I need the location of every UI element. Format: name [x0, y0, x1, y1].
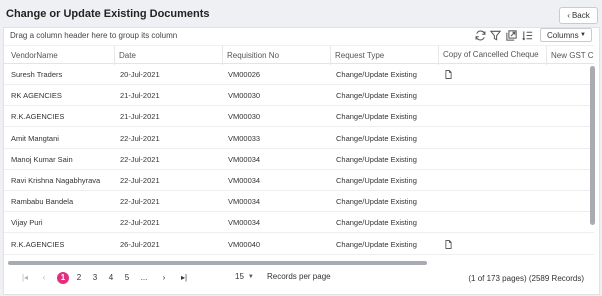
table-row[interactable]: Vijay Puri 22-Jul-2021 VM00034 Change/Updat…	[4, 212, 594, 234]
columns-dropdown-label: Columns	[547, 30, 579, 40]
cell-date: 21-Jul-2021	[120, 112, 160, 122]
page-button-1[interactable]: 1	[57, 272, 69, 284]
records-per-page-label: Records per page	[267, 272, 331, 281]
page-size-value: 15	[235, 272, 244, 281]
table-row[interactable]: RK AGENCIES 21-Jul-2021 VM00030 Change/Upda…	[4, 85, 594, 107]
grid-toolbar: Drag a column header here to group its c…	[4, 28, 599, 44]
document-icon[interactable]	[445, 64, 452, 85]
cell-request-type: Change/Update Existing	[336, 239, 417, 249]
cell-request-type: Change/Update Existing	[336, 91, 417, 101]
column-header-vendorname[interactable]: VendorName	[4, 46, 114, 65]
pagination: |◂ ‹ 1 2 3 4 5 ... › ▸| 15 ▼ Records per…	[4, 268, 599, 290]
refresh-icon[interactable]	[474, 29, 487, 42]
page-button-4[interactable]: 4	[105, 272, 117, 284]
grid-body: Suresh Traders 20-Jul-2021 VM00026 Change/U…	[4, 64, 594, 261]
cell-vendor-name: R.K.AGENCIES	[11, 112, 65, 122]
first-page-icon[interactable]: |◂	[19, 272, 31, 284]
table-row[interactable]: R.K.AGENCIES 26-Jul-2021 VM00040 Change/Upd…	[4, 234, 594, 255]
cell-requisition-no: VM00040	[228, 239, 261, 249]
page-button-5[interactable]: 5	[121, 272, 133, 284]
filter-icon[interactable]	[489, 29, 502, 42]
pager-summary: (1 of 173 pages) (2589 Records)	[468, 274, 584, 283]
chevron-left-icon: ‹	[567, 11, 570, 20]
cell-date: 22-Jul-2021	[120, 218, 160, 228]
horizontal-scrollbar[interactable]	[8, 261, 427, 265]
cell-requisition-no: VM00034	[228, 197, 261, 207]
cell-request-type: Change/Update Existing	[336, 133, 417, 143]
cell-request-type: Change/Update Existing	[336, 197, 417, 207]
page-header: Change or Update Existing Documents ‹ Ba…	[0, 0, 602, 28]
table-row[interactable]: Suresh Traders 20-Jul-2021 VM00026 Change/U…	[4, 64, 594, 85]
table-row[interactable]: R.K.AGENCIES 21-Jul-2021 VM00030 Change/Upd…	[4, 106, 594, 128]
cell-requisition-no: VM00030	[228, 91, 261, 101]
page-size-select[interactable]: 15 ▼	[235, 272, 254, 281]
page-button-more[interactable]: ...	[138, 272, 150, 284]
cell-request-type: Change/Update Existing	[336, 154, 417, 164]
table-row[interactable]: Rambabu Bandela 22-Jul-2021 VM00034 Change/…	[4, 191, 594, 213]
cell-date: 22-Jul-2021	[120, 197, 160, 207]
previous-page-icon[interactable]: ‹	[38, 272, 50, 284]
next-page-icon[interactable]: ›	[158, 272, 170, 284]
group-by-drop-zone[interactable]: Drag a column header here to group its c…	[10, 31, 177, 40]
document-icon[interactable]	[445, 234, 452, 255]
cell-date: 26-Jul-2021	[120, 239, 160, 249]
cell-requisition-no: VM00030	[228, 112, 261, 122]
table-row[interactable]: Amit Mangtani 22-Jul-2021 VM00033 Change/Up…	[4, 128, 594, 149]
cell-vendor-name: RK AGENCIES	[11, 91, 62, 101]
page-button-2[interactable]: 2	[73, 272, 85, 284]
cell-request-type: Change/Update Existing	[336, 112, 417, 122]
column-header-request-type[interactable]: Request Type	[330, 46, 438, 65]
columns-dropdown[interactable]: Columns ▼	[540, 28, 592, 42]
cell-requisition-no: VM00034	[228, 218, 261, 228]
back-button[interactable]: ‹ Back	[559, 7, 598, 24]
column-header-date[interactable]: Date	[114, 46, 222, 65]
cell-requisition-no: VM00033	[228, 133, 261, 143]
cell-vendor-name: R.K.AGENCIES	[11, 239, 65, 249]
column-header-requisition-no[interactable]: Requisition No	[222, 46, 330, 65]
cell-date: 22-Jul-2021	[120, 154, 160, 164]
page-title: Change or Update Existing Documents	[6, 8, 210, 20]
cell-request-type: Change/Update Existing	[336, 218, 417, 228]
cell-vendor-name: Vijay Puri	[11, 218, 43, 228]
column-header-copy-of-cancelled-cheque[interactable]: Copy of Cancelled Cheque	[438, 46, 546, 65]
cell-requisition-no: VM00034	[228, 176, 261, 185]
last-page-icon[interactable]: ▸|	[178, 272, 190, 284]
cell-date: 21-Jul-2021	[120, 91, 160, 101]
vertical-scrollbar[interactable]	[590, 66, 595, 225]
back-button-label: Back	[571, 11, 590, 20]
grid-panel: Drag a column header here to group its c…	[3, 27, 600, 295]
cell-date: 22-Jul-2021	[120, 176, 160, 185]
export-icon[interactable]	[505, 29, 518, 42]
cell-request-type: Change/Update Existing	[336, 176, 417, 185]
cell-requisition-no: VM00034	[228, 154, 261, 164]
sort-list-icon[interactable]	[521, 29, 534, 42]
column-header-new-gst[interactable]: New GST C	[546, 46, 594, 65]
caret-down-icon: ▼	[580, 32, 586, 38]
cell-vendor-name: Manoj Kumar Sain	[11, 154, 73, 164]
caret-down-icon: ▼	[247, 273, 254, 280]
cell-vendor-name: Suresh Traders	[11, 70, 63, 79]
table-row[interactable]: Ravi Krishna Nagabhyrava 22-Jul-2021 VM000…	[4, 170, 594, 191]
grid-header: VendorName Date Requisition No Request T…	[4, 45, 594, 65]
page-button-3[interactable]: 3	[89, 272, 101, 284]
cell-request-type: Change/Update Existing	[336, 70, 417, 79]
cell-vendor-name: Rambabu Bandela	[11, 197, 74, 207]
cell-vendor-name: Ravi Krishna Nagabhyrava	[11, 176, 101, 185]
cell-vendor-name: Amit Mangtani	[11, 133, 59, 143]
cell-date: 20-Jul-2021	[120, 70, 160, 79]
table-row[interactable]: Manoj Kumar Sain 22-Jul-2021 VM00034 Change…	[4, 149, 594, 170]
cell-requisition-no: VM00026	[228, 70, 261, 79]
cell-date: 22-Jul-2021	[120, 133, 160, 143]
